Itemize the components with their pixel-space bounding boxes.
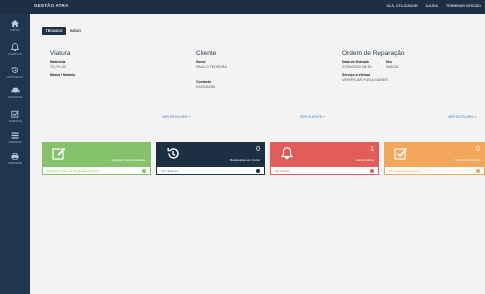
card-count: 1 <box>370 146 374 153</box>
card-footer[interactable]: Registar Ordem de Reparação Manual <box>42 166 151 175</box>
print-icon <box>11 153 19 160</box>
sidebar-item-inicio[interactable]: INÍCIO <box>0 20 30 40</box>
sidebar-item-imprimir[interactable]: IMPRIMIR <box>0 153 30 173</box>
card-description: Registar Nova Reparação <box>111 158 146 162</box>
card-description: Tarefas Pendentes <box>454 158 480 162</box>
contacto-field: Contacto 914334455 <box>196 80 216 89</box>
data-entrada-value: 27/05/2016 08:30 <box>342 65 372 69</box>
servico-value: VERIFICAR FUGA GASES <box>342 78 388 82</box>
cliente-title: Cliente <box>196 50 217 57</box>
card-tarefas[interactable]: 0 Tarefas Pendentes Ver Tarefas Pendente… <box>384 142 485 186</box>
ordem-section: Ordem de Reparação <box>342 50 405 57</box>
card-description: Reparações em Curso <box>229 158 260 162</box>
viatura-details-link[interactable]: VER DETALHES » <box>162 115 190 119</box>
card-footer-text: Ver Tarefas Pendentes <box>389 169 420 173</box>
servico-field: Serviço a efetuar VERIFICAR FUGA GASES <box>342 73 388 82</box>
arrow-circle-icon <box>370 169 374 173</box>
top-bar-menu: OLÁ, UTILIZADOR AJUDA TERMINAR SESSÃO <box>386 4 481 8</box>
arrow-circle-icon <box>476 169 480 173</box>
card-nova-reparacao[interactable]: Registar Nova Reparação Registar Ordem d… <box>42 142 151 186</box>
nome-field: Nome PAULO TEIXEIRA <box>196 60 227 69</box>
ordem-details-link[interactable]: VER DETALHES » <box>448 115 476 119</box>
card-footer-text: Ver Alertas <box>275 169 290 173</box>
history-icon <box>166 147 180 165</box>
nro-value: 345231 <box>386 65 399 69</box>
sidebar-item-historico[interactable]: HISTÓRICO <box>0 66 30 86</box>
matricula-field: Matrícula 73-FG-02 <box>50 60 67 69</box>
home-icon <box>11 20 19 27</box>
app-title: GESTÃO ATRA <box>34 3 69 8</box>
card-footer[interactable]: Ver Alertas <box>270 166 379 175</box>
top-bar: GESTÃO ATRA OLÁ, UTILIZADOR AJUDA TERMIN… <box>0 0 485 14</box>
list-icon <box>11 132 19 139</box>
bell-icon <box>280 147 294 165</box>
card-description: Alertas Ativos <box>355 158 374 162</box>
user-menu-link[interactable]: OLÁ, UTILIZADOR <box>386 4 417 8</box>
help-link[interactable]: AJUDA <box>426 4 438 8</box>
card-footer-text: Registar Ordem de Reparação Manual <box>47 169 99 173</box>
nome-value: PAULO TEIXEIRA <box>196 65 227 69</box>
marca-field: Marca / Modelo <box>50 73 76 77</box>
sidebar-item-ordens[interactable]: ORDENS <box>0 132 30 152</box>
viatura-section: Viatura <box>50 50 70 57</box>
edit-icon <box>52 147 66 165</box>
card-reparacoes-curso[interactable]: 0 Reparações em Curso Ver Histórico <box>156 142 265 186</box>
arrow-circle-icon <box>142 169 146 173</box>
card-footer[interactable]: Ver Tarefas Pendentes <box>384 166 485 175</box>
card-alertas[interactable]: 1 Alertas Ativos Ver Alertas <box>270 142 379 186</box>
contacto-value: 914334455 <box>196 85 216 89</box>
sidebar: INÍCIO ALERTAS HISTÓRICO VIATURAS TAREFA… <box>0 14 30 294</box>
logout-link[interactable]: TERMINAR SESSÃO <box>446 4 481 8</box>
history-icon <box>11 67 18 73</box>
sidebar-item-tarefas[interactable]: TAREFAS <box>0 110 30 130</box>
data-entrada-field: Data de Entrada 27/05/2016 08:30 <box>342 60 372 69</box>
arrow-circle-icon <box>256 169 260 173</box>
cliente-section: Cliente <box>196 50 216 57</box>
checkbox-icon <box>394 147 408 165</box>
nro-field: Nro 345231 <box>386 60 399 69</box>
sidebar-item-viaturas[interactable]: VIATURAS <box>0 87 30 107</box>
bell-icon <box>11 43 19 51</box>
card-count: 0 <box>256 146 260 153</box>
sidebar-item-alertas[interactable]: ALERTAS <box>0 43 30 63</box>
cliente-details-link[interactable]: VER CLIENTE » <box>300 115 325 119</box>
breadcrumb-current: INÍCIO <box>70 29 81 33</box>
checkbox-icon <box>11 110 19 118</box>
card-footer[interactable]: Ver Histórico <box>156 166 265 175</box>
matricula-value: 73-FG-02 <box>50 65 67 69</box>
card-footer-text: Ver Histórico <box>161 169 179 173</box>
main-content: TÉCNICO INÍCIO Viatura Matrícula 73-FG-0… <box>30 14 485 294</box>
breadcrumb-role-button[interactable]: TÉCNICO <box>42 27 66 35</box>
card-count: 0 <box>476 146 480 153</box>
ordem-title: Ordem de Reparação <box>342 50 405 57</box>
car-icon <box>11 87 19 94</box>
viatura-title: Viatura <box>50 50 71 57</box>
